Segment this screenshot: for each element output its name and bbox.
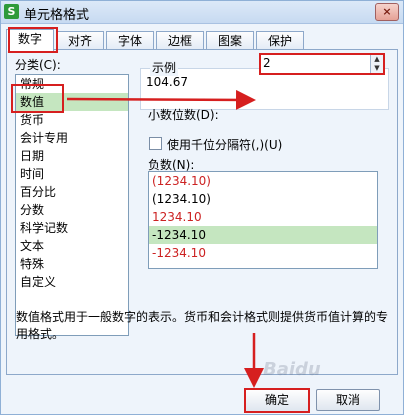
category-item-fraction[interactable]: 分数 [16,201,128,219]
tab-pattern[interactable]: 图案 [206,31,254,50]
category-item-number[interactable]: 数值 [16,93,128,111]
negative-option-selected[interactable]: -1234.10 [149,226,377,244]
category-item-percentage[interactable]: 百分比 [16,183,128,201]
category-item-time[interactable]: 时间 [16,165,128,183]
cancel-button[interactable]: 取消 [316,389,380,411]
tab-border[interactable]: 边框 [156,31,204,50]
thousands-separator-label: 使用千位分隔符(,)(U) [167,138,283,152]
watermark: Baidu [263,359,321,380]
sample-value: 104.67 [146,75,188,89]
tab-font[interactable]: 字体 [106,31,154,50]
category-item-accounting[interactable]: 会计专用 [16,129,128,147]
number-tab-panel: 分类(C): 常规 数值 货币 会计专用 日期 时间 百分比 分数 科学记数 文… [6,49,398,375]
wps-spreadsheet-icon: S [4,4,19,19]
category-item-currency[interactable]: 货币 [16,111,128,129]
sample-label: 示例 [150,59,179,76]
category-item-general[interactable]: 常规 [16,75,128,93]
negative-numbers-list[interactable]: (1234.10) (1234.10) 1234.10 -1234.10 -12… [148,171,378,269]
negative-option[interactable]: 1234.10 [149,208,377,226]
category-list[interactable]: 常规 数值 货币 会计专用 日期 时间 百分比 分数 科学记数 文本 特殊 自定… [15,74,129,336]
decimal-places-spinner[interactable]: 2 ▲ ▼ [259,53,385,75]
tab-number[interactable]: 数字 [6,29,54,51]
spinner-buttons[interactable]: ▲ ▼ [370,55,383,73]
category-label: 分类(C): [15,58,61,72]
negative-option[interactable]: (1234.10) [149,172,377,190]
category-item-text[interactable]: 文本 [16,237,128,255]
thousands-separator-checkbox[interactable] [149,137,162,150]
ok-button[interactable]: 确定 [244,388,310,413]
format-cells-dialog: S 单元格格式 × 数字 对齐 字体 边框 图案 保护 分类(C): 常规 数值… [0,0,404,415]
category-item-scientific[interactable]: 科学记数 [16,219,128,237]
tab-alignment[interactable]: 对齐 [56,31,104,50]
negative-option[interactable]: -1234.10 [149,244,377,262]
dialog-title: 单元格格式 [24,8,90,23]
decimal-places-value: 2 [263,56,271,70]
category-item-custom[interactable]: 自定义 [16,273,128,291]
title-bar: S 单元格格式 × [1,1,403,24]
spin-up-icon[interactable]: ▲ [371,55,383,64]
tab-protection[interactable]: 保护 [256,31,304,50]
decimal-places-label: 小数位数(D): [148,108,219,122]
close-button[interactable]: × [375,3,399,21]
format-description: 数值格式用于一般数字的表示。货币和会计格式则提供货币值计算的专用格式。 [16,310,389,341]
spin-down-icon[interactable]: ▼ [371,64,383,73]
negative-option[interactable]: (1234.10) [149,190,377,208]
category-item-special[interactable]: 特殊 [16,255,128,273]
category-item-date[interactable]: 日期 [16,147,128,165]
